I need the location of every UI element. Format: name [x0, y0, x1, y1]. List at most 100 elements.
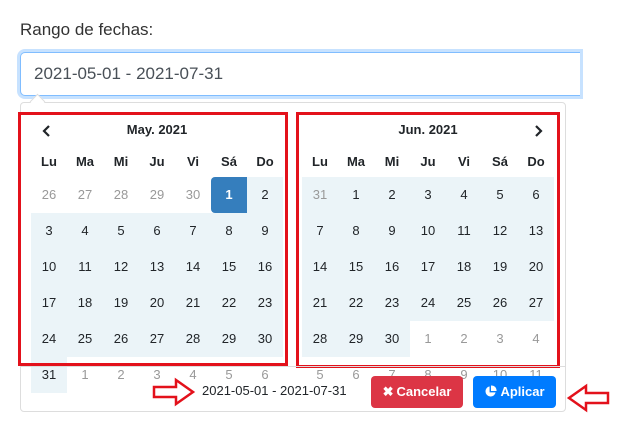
- day-grid: Lu Ma Mi Ju Vi Sá Do 26 27 28 29 30 1 2 3 4 5 6 7 8 9 10 11 12 1…: [31, 147, 283, 393]
- day-cell[interactable]: 16: [374, 249, 410, 285]
- day-cell[interactable]: 2: [247, 177, 283, 213]
- selected-range-text: 2021-05-01 - 2021-07-31: [202, 383, 347, 398]
- day-cell[interactable]: 13: [518, 213, 554, 249]
- day-cell[interactable]: 23: [374, 285, 410, 321]
- day-cell[interactable]: 21: [175, 285, 211, 321]
- chevron-right-icon[interactable]: [522, 113, 554, 147]
- day-cell[interactable]: 10: [410, 213, 446, 249]
- day-cell[interactable]: 16: [247, 249, 283, 285]
- day-cell[interactable]: 1: [410, 321, 446, 357]
- day-cell[interactable]: 30: [374, 321, 410, 357]
- day-cell[interactable]: 13: [139, 249, 175, 285]
- day-cell[interactable]: 7: [302, 213, 338, 249]
- day-cell-selected[interactable]: 1: [211, 177, 247, 213]
- cancel-button-label: Cancelar: [396, 384, 452, 399]
- day-cell[interactable]: 4: [67, 213, 103, 249]
- day-cell[interactable]: 2: [446, 321, 482, 357]
- day-cell[interactable]: 29: [139, 177, 175, 213]
- day-cell[interactable]: 21: [302, 285, 338, 321]
- date-range-label: Rango de fechas:: [20, 20, 154, 39]
- day-cell[interactable]: 31: [302, 177, 338, 213]
- day-cell[interactable]: 22: [211, 285, 247, 321]
- day-cell[interactable]: 26: [31, 177, 67, 213]
- day-cell[interactable]: 20: [518, 249, 554, 285]
- day-cell[interactable]: 9: [247, 213, 283, 249]
- day-cell[interactable]: 12: [482, 213, 518, 249]
- day-cell[interactable]: 27: [67, 177, 103, 213]
- day-cell[interactable]: 19: [482, 249, 518, 285]
- day-cell[interactable]: 10: [31, 249, 67, 285]
- calendar-header: May. 2021: [31, 113, 283, 147]
- day-cell[interactable]: 30: [247, 321, 283, 357]
- day-cell[interactable]: 11: [446, 213, 482, 249]
- day-cell[interactable]: 23: [247, 285, 283, 321]
- day-cell[interactable]: 25: [67, 321, 103, 357]
- day-cell[interactable]: 15: [211, 249, 247, 285]
- weekday-header: Sá: [221, 154, 237, 169]
- day-cell[interactable]: 4: [518, 321, 554, 357]
- day-cell[interactable]: 18: [446, 249, 482, 285]
- day-cell[interactable]: 15: [338, 249, 374, 285]
- weekday-header: Do: [527, 154, 545, 169]
- calendar-left: May. 2021 Lu Ma Mi Ju Vi Sá Do 26 27 28 29 30 1 2 3 4 5 6…: [31, 113, 283, 393]
- cancel-button[interactable]: ✖ Cancelar: [371, 376, 463, 408]
- weekday-header: Do: [256, 154, 274, 169]
- chevron-left-icon[interactable]: [31, 113, 63, 147]
- day-cell[interactable]: 28: [103, 177, 139, 213]
- day-cell[interactable]: 17: [31, 285, 67, 321]
- day-cell[interactable]: 24: [31, 321, 67, 357]
- day-cell[interactable]: 7: [175, 213, 211, 249]
- day-cell[interactable]: 3: [410, 177, 446, 213]
- day-cell[interactable]: 3: [482, 321, 518, 357]
- day-cell[interactable]: 22: [338, 285, 374, 321]
- day-cell[interactable]: 11: [67, 249, 103, 285]
- weekday-header: Lu: [41, 154, 57, 169]
- day-cell[interactable]: 4: [446, 177, 482, 213]
- day-cell[interactable]: 5: [482, 177, 518, 213]
- day-cell[interactable]: 2: [103, 357, 139, 393]
- day-cell[interactable]: 19: [103, 285, 139, 321]
- day-cell[interactable]: 9: [374, 213, 410, 249]
- day-cell[interactable]: 1: [67, 357, 103, 393]
- weekday-header: Vi: [186, 154, 200, 169]
- day-cell[interactable]: 14: [302, 249, 338, 285]
- date-range-input[interactable]: [20, 52, 580, 96]
- day-cell[interactable]: 26: [482, 285, 518, 321]
- day-cell[interactable]: 6: [518, 177, 554, 213]
- day-cell[interactable]: 3: [31, 213, 67, 249]
- day-cell[interactable]: 6: [139, 213, 175, 249]
- day-cell[interactable]: 1: [338, 177, 374, 213]
- day-cell[interactable]: 20: [139, 285, 175, 321]
- day-cell[interactable]: 18: [67, 285, 103, 321]
- day-cell[interactable]: 26: [103, 321, 139, 357]
- weekday-header: Lu: [312, 154, 328, 169]
- day-cell[interactable]: 8: [338, 213, 374, 249]
- day-cell[interactable]: 17: [410, 249, 446, 285]
- day-cell[interactable]: 27: [139, 321, 175, 357]
- day-cell[interactable]: 12: [103, 249, 139, 285]
- month-title: Jun. 2021: [398, 122, 458, 137]
- day-cell[interactable]: 25: [446, 285, 482, 321]
- weekday-header: Sá: [492, 154, 508, 169]
- day-cell[interactable]: 28: [302, 321, 338, 357]
- day-cell[interactable]: 31: [31, 357, 67, 393]
- day-cell[interactable]: 29: [211, 321, 247, 357]
- apply-button[interactable]: Aplicar: [473, 376, 556, 408]
- day-cell[interactable]: 30: [175, 177, 211, 213]
- weekday-header: Mi: [384, 154, 400, 169]
- day-cell[interactable]: 14: [175, 249, 211, 285]
- day-cell[interactable]: 28: [175, 321, 211, 357]
- day-cell[interactable]: 8: [211, 213, 247, 249]
- day-cell[interactable]: 24: [410, 285, 446, 321]
- weekday-header: Ma: [346, 154, 366, 169]
- month-title: May. 2021: [126, 122, 188, 137]
- weekday-header: Ma: [75, 154, 95, 169]
- day-cell[interactable]: 2: [374, 177, 410, 213]
- day-cell[interactable]: 5: [103, 213, 139, 249]
- day-cell[interactable]: 27: [518, 285, 554, 321]
- day-grid: Lu Ma Mi Ju Vi Sá Do 31 1 2 3 4 5 6 7 8 9 10 11 12 13 14 15 16 1…: [302, 147, 554, 393]
- day-cell[interactable]: 29: [338, 321, 374, 357]
- chart-pie-icon: [484, 376, 498, 408]
- weekday-header: Ju: [149, 154, 165, 169]
- apply-button-label: Aplicar: [500, 384, 545, 399]
